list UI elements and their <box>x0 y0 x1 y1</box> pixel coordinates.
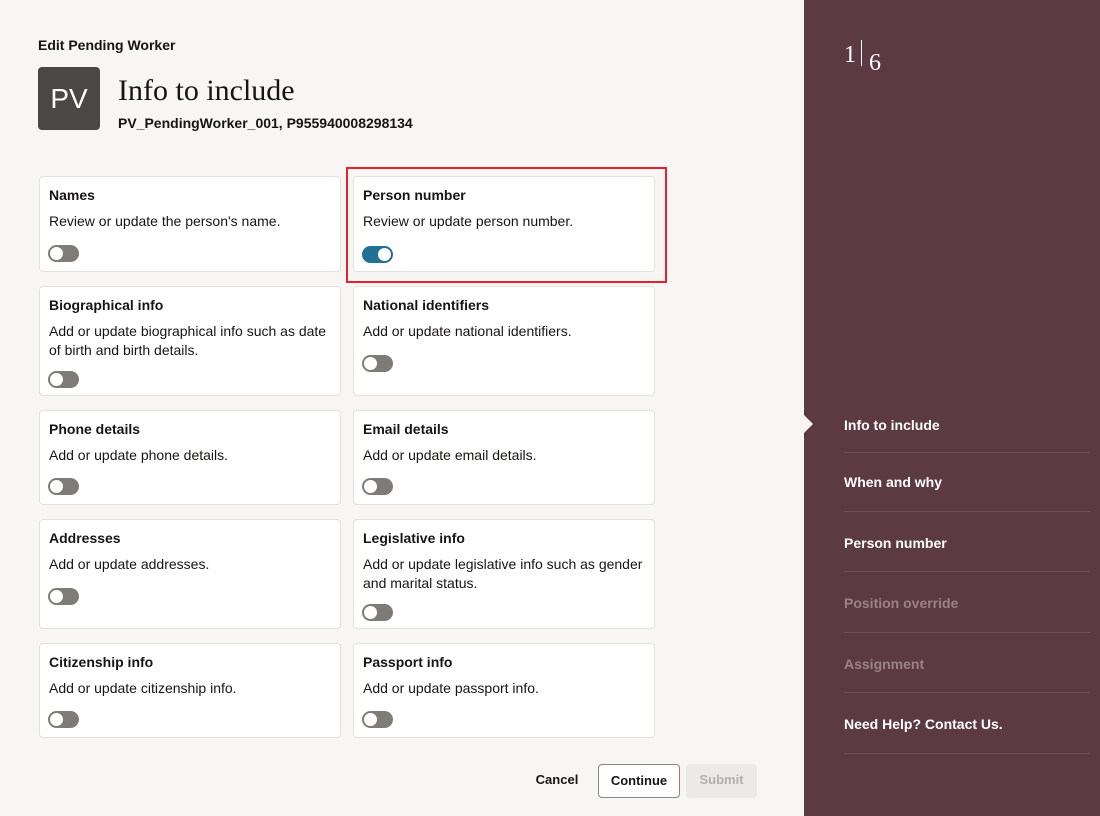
page-subtitle: PV_PendingWorker_001, P955940008298134 <box>118 115 413 131</box>
nav-divider <box>844 692 1090 693</box>
nav-item-info-to-include[interactable]: Info to include <box>844 417 1090 433</box>
card-description: Review or update person number. <box>363 213 574 229</box>
passport-info-toggle[interactable] <box>362 711 393 728</box>
toggle-knob <box>378 248 391 261</box>
nav-divider <box>844 511 1090 512</box>
card-title: Citizenship info <box>49 654 154 670</box>
nav-item-position-override: Position override <box>844 595 959 611</box>
card-description: Add or update phone details. <box>49 447 229 463</box>
nav-divider <box>844 452 1090 453</box>
step-separator <box>861 40 862 66</box>
person-number-toggle[interactable] <box>362 246 393 263</box>
card-title: Email details <box>363 421 449 437</box>
biographical-info-toggle[interactable] <box>48 371 79 388</box>
card-title: Person number <box>363 187 466 203</box>
toggle-knob <box>50 247 63 260</box>
citizenship-info-toggle[interactable] <box>48 711 79 728</box>
card-addresses[interactable]: Addresses Add or update addresses. <box>39 519 341 629</box>
card-phone-details[interactable]: Phone details Add or update phone detail… <box>39 410 341 505</box>
card-legislative-info[interactable]: Legislative info Add or update legislati… <box>353 519 655 629</box>
nav-item-person-number[interactable]: Person number <box>844 535 1090 551</box>
nav-divider <box>844 632 1090 633</box>
card-email-details[interactable]: Email details Add or update email detail… <box>353 410 655 505</box>
toggle-knob <box>364 480 377 493</box>
card-passport-info[interactable]: Passport info Add or update passport inf… <box>353 643 655 738</box>
card-description: Add or update biographical info such as … <box>49 323 327 358</box>
card-description: Add or update national identifiers. <box>363 323 572 339</box>
card-names[interactable]: Names Review or update the person's name… <box>39 176 341 272</box>
toggle-knob <box>50 480 63 493</box>
card-title: Legislative info <box>363 530 465 546</box>
phone-details-toggle[interactable] <box>48 478 79 495</box>
card-description: Add or update email details. <box>363 447 537 463</box>
submit-button: Submit <box>686 764 757 798</box>
continue-button[interactable]: Continue <box>598 764 680 798</box>
card-description: Review or update the person's name. <box>49 213 281 229</box>
toggle-knob <box>50 713 63 726</box>
step-counter: 16 <box>844 40 881 77</box>
current-step: 1 <box>844 42 856 68</box>
card-description: Add or update legislative info such as g… <box>363 556 643 591</box>
page-label: Edit Pending Worker <box>38 37 176 53</box>
card-title: Biographical info <box>49 297 164 313</box>
nav-item-when-and-why[interactable]: When and why <box>844 474 1090 490</box>
card-description: Add or update citizenship info. <box>49 680 237 696</box>
email-details-toggle[interactable] <box>362 478 393 495</box>
addresses-toggle[interactable] <box>48 588 79 605</box>
avatar: PV <box>38 67 100 130</box>
nav-divider <box>844 571 1090 572</box>
card-description: Add or update passport info. <box>363 680 539 696</box>
toggle-knob <box>50 590 63 603</box>
legislative-info-toggle[interactable] <box>362 604 393 621</box>
card-title: Addresses <box>49 530 121 546</box>
cancel-button[interactable]: Cancel <box>527 764 587 798</box>
main-content: Edit Pending Worker PV Info to include P… <box>0 0 804 816</box>
card-description: Add or update addresses. <box>49 556 210 572</box>
nav-divider <box>844 753 1090 754</box>
national-identifiers-toggle[interactable] <box>362 355 393 372</box>
card-title: Phone details <box>49 421 141 437</box>
nav-item-assignment: Assignment <box>844 656 925 672</box>
card-person-number[interactable]: Person number Review or update person nu… <box>353 176 655 272</box>
card-title: Names <box>49 187 95 203</box>
step-sidebar: 16 Info to include When and why Person n… <box>804 0 1100 816</box>
toggle-knob <box>364 606 377 619</box>
names-toggle[interactable] <box>48 245 79 262</box>
card-title: National identifiers <box>363 297 490 313</box>
toggle-knob <box>50 373 63 386</box>
toggle-knob <box>364 713 377 726</box>
total-steps: 6 <box>869 50 881 76</box>
page-title: Info to include <box>118 74 295 107</box>
toggle-knob <box>364 357 377 370</box>
active-step-pointer-icon <box>804 415 813 433</box>
card-biographical-info[interactable]: Biographical info Add or update biograph… <box>39 286 341 396</box>
card-citizenship-info[interactable]: Citizenship info Add or update citizensh… <box>39 643 341 738</box>
nav-item-help-contact[interactable]: Need Help? Contact Us. <box>844 716 1090 732</box>
card-national-identifiers[interactable]: National identifiers Add or update natio… <box>353 286 655 396</box>
card-title: Passport info <box>363 654 453 670</box>
